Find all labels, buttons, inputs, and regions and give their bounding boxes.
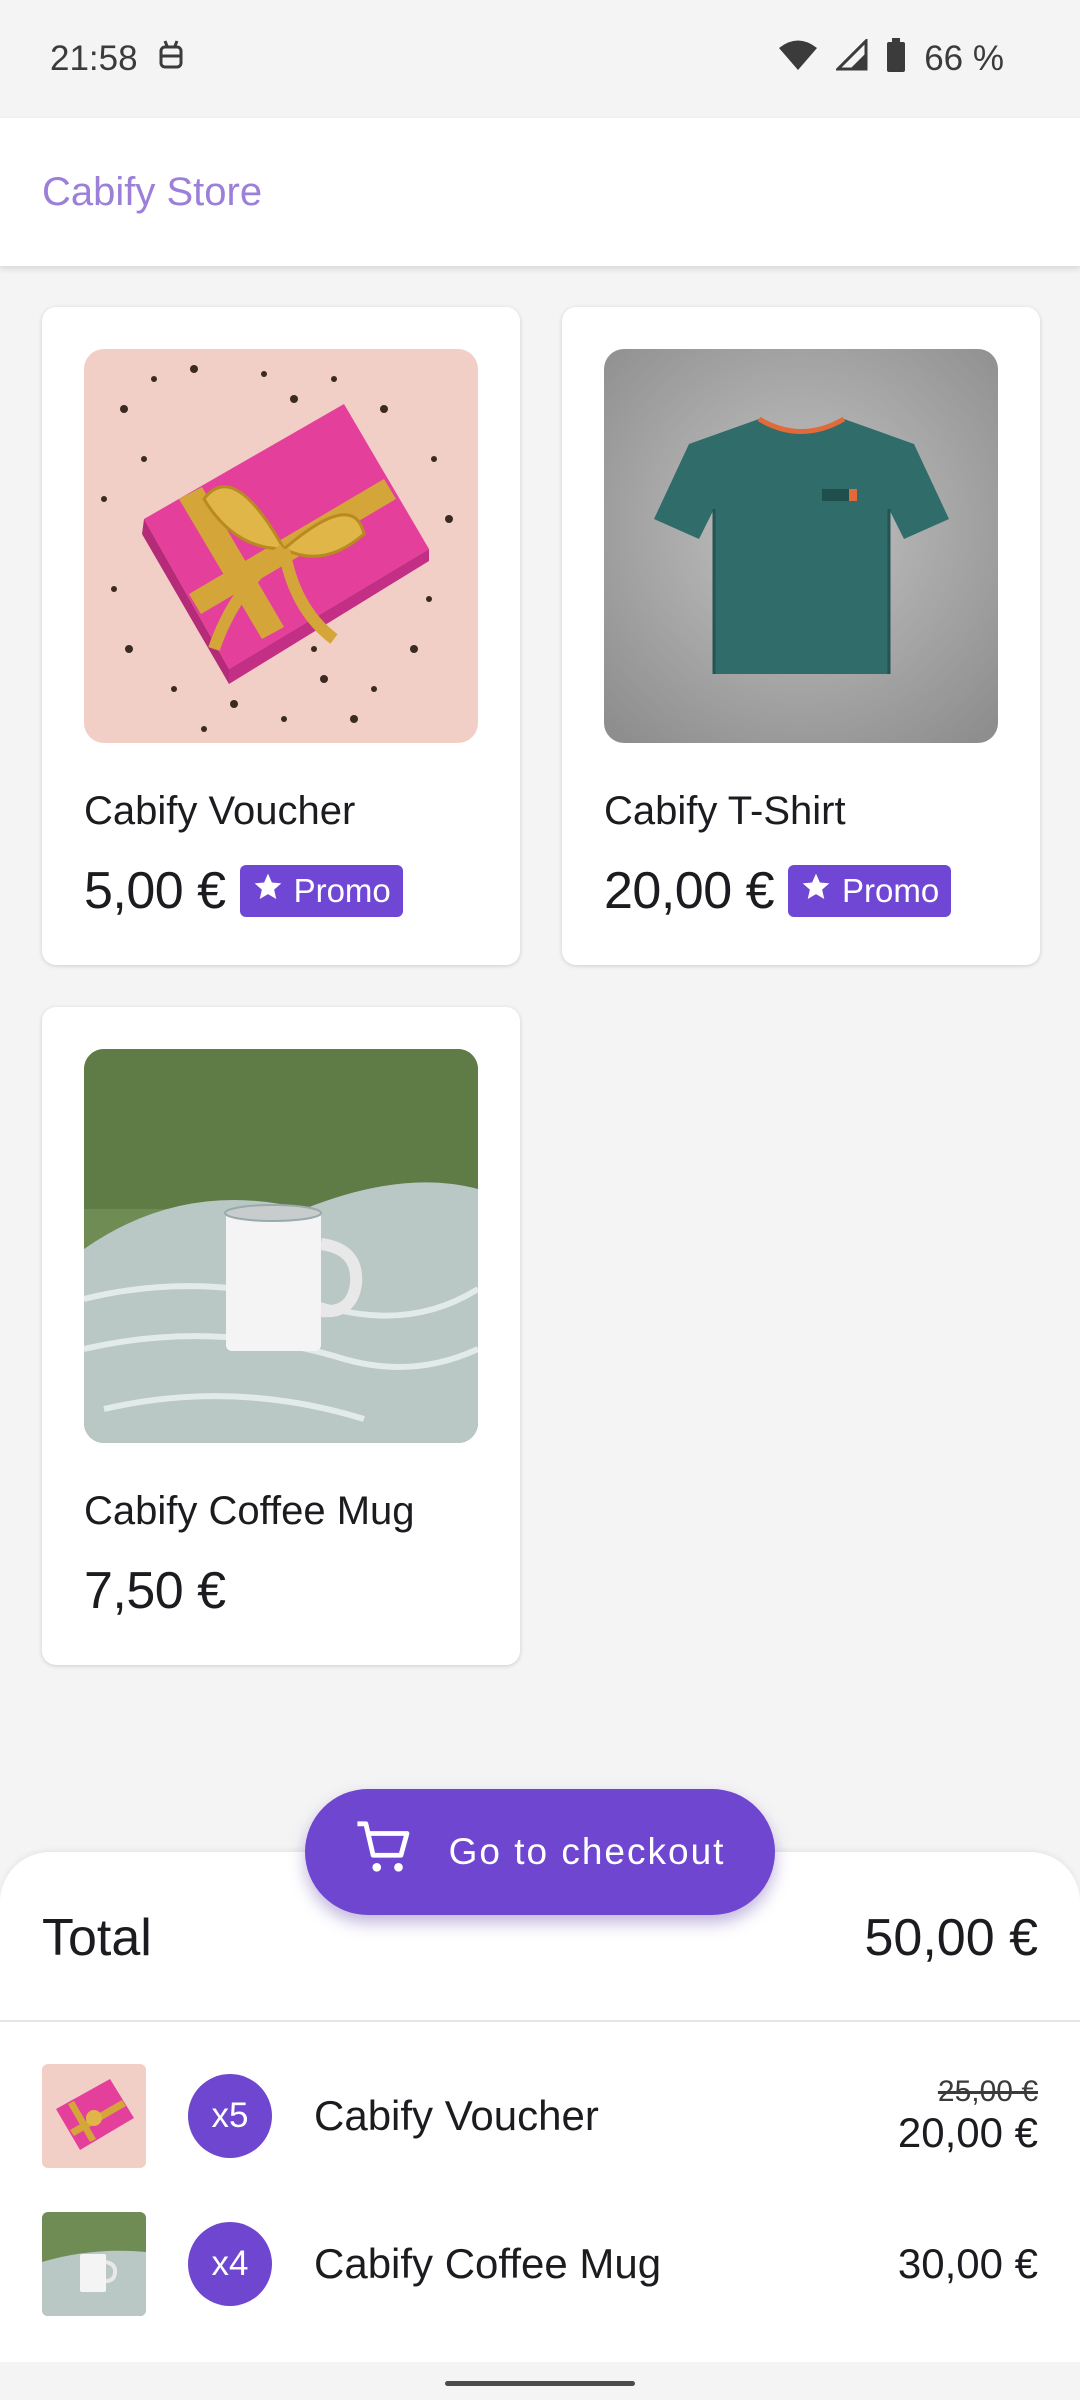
app-bar: Cabify Store	[0, 118, 1080, 266]
cart-item-name: Cabify Voucher	[314, 2092, 599, 2139]
product-card-tshirt[interactable]: Cabify T-Shirt 20,00 € Promo	[562, 307, 1040, 965]
promo-label: Promo	[293, 872, 391, 909]
original-price: 25,00 €	[937, 2075, 1038, 2108]
product-card-voucher[interactable]: Cabify Voucher 5,00 € Promo	[42, 307, 520, 965]
cart-icon	[355, 1819, 413, 1886]
price-row: 20,00 € Promo	[604, 861, 952, 921]
cart-item-voucher[interactable]: x5 Cabify Voucher 25,00 € 20,00 €	[42, 2064, 1038, 2168]
status-right: 66 %	[778, 36, 1004, 81]
promo-badge: Promo	[788, 865, 952, 917]
cart-thumbnail-mug	[42, 2212, 146, 2316]
cart-item-price: 20,00 €	[897, 2109, 1038, 2156]
cart-item-price: 30,00 €	[897, 2240, 1038, 2287]
cart-item-mug[interactable]: x4 Cabify Coffee Mug 30,00 €	[42, 2212, 1038, 2316]
product-image-tshirt	[604, 349, 998, 743]
divider	[0, 2020, 1080, 2022]
star-icon	[800, 871, 832, 911]
cell-signal-icon	[834, 36, 868, 80]
promo-label: Promo	[842, 872, 940, 909]
cart-item-prices: 30,00 €	[898, 2240, 1038, 2288]
product-image-mug	[84, 1049, 478, 1443]
product-name: Cabify Voucher	[84, 789, 356, 833]
cart-item-prices: 25,00 € 20,00 €	[898, 2075, 1038, 2157]
quantity-badge: x4	[188, 2222, 272, 2306]
cart-item-name: Cabify Coffee Mug	[314, 2240, 662, 2287]
star-icon	[252, 871, 284, 911]
price-row: 5,00 € Promo	[84, 861, 403, 921]
promo-badge: Promo	[239, 865, 403, 917]
total-label: Total	[42, 1909, 152, 1967]
gesture-handle[interactable]	[445, 2381, 635, 2386]
product-price: 7,50 €	[84, 1562, 226, 1620]
status-time: 21:58	[50, 39, 138, 78]
cart-bottom-sheet: Total 50,00 € x5 Cabify Voucher 25,00 € …	[0, 1852, 1080, 2362]
go-to-checkout-button[interactable]: Go to checkout	[305, 1789, 775, 1915]
product-price: 20,00 €	[604, 862, 775, 920]
battery-icon	[886, 37, 906, 81]
product-name: Cabify T-Shirt	[604, 789, 846, 833]
wifi-icon	[778, 39, 818, 80]
total-value: 50,00 €	[864, 1909, 1039, 1967]
product-price: 5,00 €	[84, 862, 226, 920]
product-card-mug[interactable]: Cabify Coffee Mug 7,50 €	[42, 1007, 520, 1665]
battery-percentage: 66 %	[924, 39, 1004, 78]
product-image-voucher	[84, 349, 478, 743]
price-row: 7,50 €	[84, 1561, 226, 1621]
status-left: 21:58	[50, 38, 186, 81]
cart-thumbnail-voucher	[42, 2064, 146, 2168]
quantity-badge: x5	[188, 2074, 272, 2158]
app-title: Cabify Store	[42, 169, 263, 214]
android-debug-icon	[156, 38, 186, 81]
total-row: Total 50,00 €	[42, 1908, 1038, 1968]
product-name: Cabify Coffee Mug	[84, 1489, 415, 1533]
status-bar: 21:58 66 %	[0, 0, 1080, 118]
checkout-label: Go to checkout	[448, 1831, 726, 1872]
